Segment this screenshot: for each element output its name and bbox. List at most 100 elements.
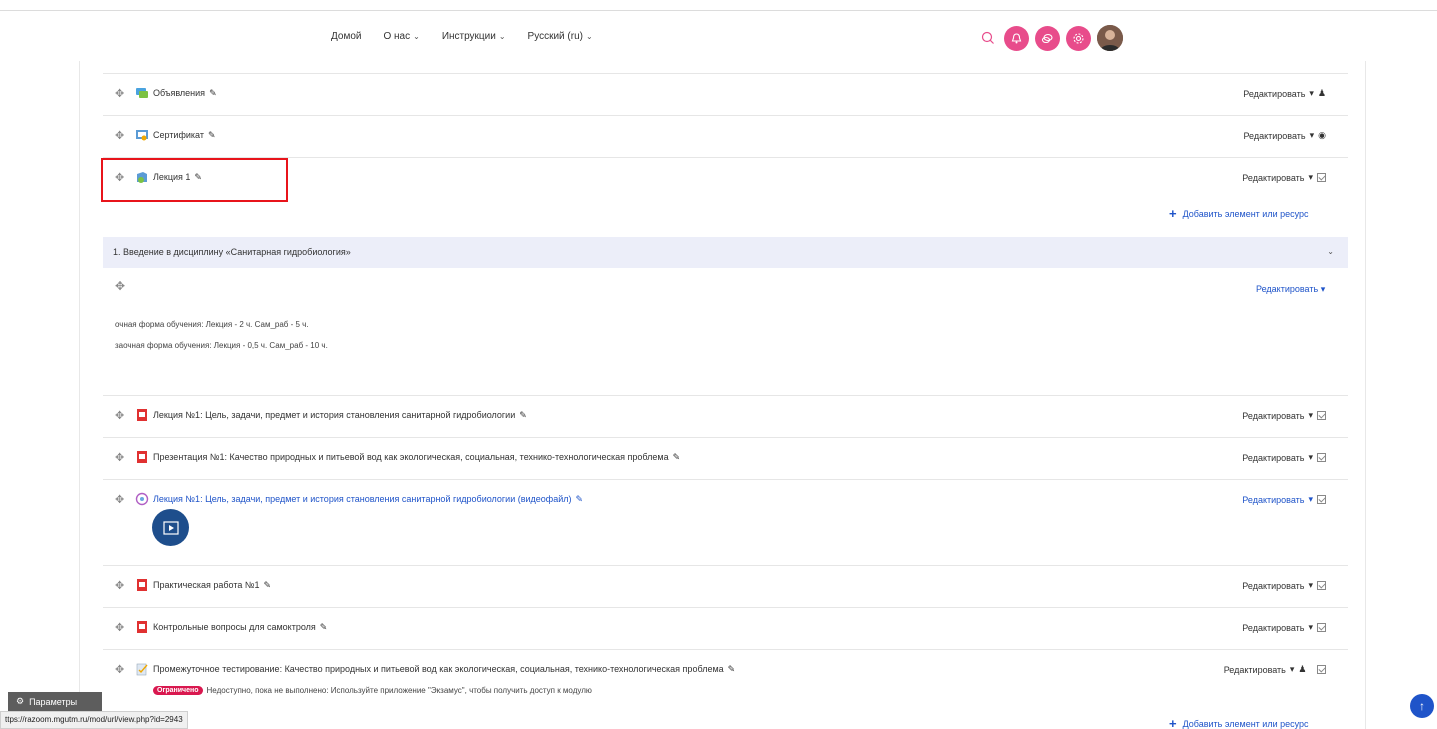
messages-icon[interactable] [1035,25,1060,51]
completion-checkbox-icon[interactable] [1317,453,1326,462]
params-button[interactable]: ⚙ Параметры [8,692,102,711]
status-bar-url: ttps://razoom.mgutm.ru/mod/url/view.php?… [0,711,188,729]
move-icon[interactable]: ✥ [115,579,124,592]
completion-checkbox-icon[interactable] [1317,581,1326,590]
avatar[interactable] [1097,25,1123,51]
pdf-icon [135,408,149,422]
arrow-up-icon: ↑ [1419,699,1425,713]
pencil-icon[interactable]: ✎ [264,580,272,590]
nav-home[interactable]: Домой [331,31,361,42]
url-icon [135,492,149,506]
certificate-icon [135,128,149,142]
activity-row: ✥ Контрольные вопросы для самоктроля ✎ Ре… [103,607,1348,648]
edit-menu[interactable]: Редактировать ▾ ♟ [1224,664,1326,675]
activity-link[interactable]: Презентация №1: Качество природных и пит… [153,452,680,463]
add-resource-label: Добавить элемент или ресурс [1182,718,1309,729]
search-icon[interactable] [980,30,996,46]
activity-label: Презентация №1: Качество природных и пит… [153,452,669,462]
nav-instructions[interactable]: Инструкции ⌄ [442,31,506,42]
activity-link[interactable]: Практическая работа №1 ✎ [153,580,271,591]
nav-links: Домой О нас ⌄ Инструкции ⌄ Русский (ru) ⌄ [331,31,593,42]
pencil-icon[interactable]: ✎ [209,88,217,98]
activity-link[interactable]: Объявления ✎ [153,88,217,99]
notifications-icon[interactable] [1004,25,1029,51]
completion-checkbox-icon[interactable] [1317,173,1326,182]
move-icon[interactable]: ✥ [115,129,124,142]
section-edit-menu[interactable]: Редактировать ▾ [1256,284,1325,295]
activity-link[interactable]: Лекция №1: Цель, задачи, предмет и истор… [153,410,527,421]
move-icon[interactable]: ✥ [115,493,124,506]
pencil-icon[interactable]: ✎ [519,410,527,420]
pencil-icon[interactable]: ✎ [320,622,328,632]
move-icon[interactable]: ✥ [115,87,124,100]
edit-label: Редактировать [1223,664,1286,675]
caret-down-icon: ▾ [1308,410,1313,420]
caret-down-icon: ▾ [1308,622,1313,632]
section-summary-line: заочная форма обучения: Лекция - 0,5 ч. … [115,341,328,350]
pdf-icon [135,620,149,634]
scroll-to-top-button[interactable]: ↑ [1410,694,1434,718]
navbar: Домой О нас ⌄ Инструкции ⌄ Русский (ru) ⌄ [0,11,1437,61]
edit-label: Редактировать [1242,494,1305,505]
move-icon[interactable]: ✥ [115,621,124,634]
nav-language-label: Русский (ru) [527,31,583,42]
content-border-right [1365,61,1366,729]
gear-icon[interactable] [1066,25,1091,51]
edit-label: Редактировать [1242,622,1305,633]
nav-instructions-label: Инструкции [441,31,496,42]
edit-menu[interactable]: Редактировать ▾ [1242,580,1326,591]
activity-row: ✥ Практическая работа №1 ✎ Редактировать ▾ [103,565,1348,606]
chevron-down-icon: ⌄ [413,32,420,41]
nav-icons [980,25,1123,51]
section-summary-line: очная форма обучения: Лекция - 2 ч. Сам_… [115,320,309,329]
activity-label: Контрольные вопросы для самоктроля [153,622,316,632]
edit-menu[interactable]: Редактировать ▾ ♟ [1243,88,1326,99]
nav-about[interactable]: О нас ⌄ [383,31,419,42]
completion-checkbox-icon[interactable] [1317,623,1326,632]
edit-menu[interactable]: Редактировать ▾ ◉ [1243,130,1326,141]
edit-menu[interactable]: Редактировать ▾ [1242,494,1326,505]
move-icon[interactable]: ✥ [115,409,124,422]
edit-label: Редактировать [1242,452,1305,463]
chevron-down-icon[interactable]: ⌄ [1327,247,1334,256]
pencil-icon[interactable]: ✎ [673,452,681,462]
move-icon[interactable]: ✥ [115,663,124,676]
nav-about-label: О нас [383,31,411,42]
user-icon: ♟ [1298,664,1307,674]
add-resource-link[interactable]: + Добавить элемент или ресурс [1169,716,1309,729]
completion-checkbox-icon[interactable] [1317,495,1326,504]
edit-menu[interactable]: Редактировать ▾ [1242,172,1326,183]
move-icon[interactable]: ✥ [115,279,125,293]
user-icon: ♟ [1317,88,1326,98]
pencil-icon[interactable]: ✎ [728,664,736,674]
nav-language[interactable]: Русский (ru) ⌄ [528,31,593,42]
activity-link[interactable]: Контрольные вопросы для самоктроля ✎ [153,622,327,633]
video-icon [162,520,179,535]
activity-link[interactable]: Лекция №1: Цель, задачи, предмет и истор… [153,494,583,505]
edit-menu[interactable]: Редактировать ▾ [1242,410,1326,421]
pdf-icon [135,578,149,592]
edit-label: Редактировать [1242,410,1305,421]
edit-menu[interactable]: Редактировать ▾ [1242,622,1326,633]
move-icon[interactable]: ✥ [115,451,124,464]
pencil-icon[interactable]: ✎ [575,494,583,504]
pencil-icon[interactable]: ✎ [208,130,216,140]
params-label: Параметры [29,696,78,707]
caret-down-icon: ▾ [1308,172,1313,182]
video-play-button[interactable] [152,509,189,546]
add-resource-link[interactable]: + Добавить элемент или ресурс [1169,206,1309,221]
activity-row: ✥ Лекция №1: Цель, задачи, предмет и ист… [103,395,1348,436]
edit-menu[interactable]: Редактировать ▾ [1242,452,1326,463]
activity-label: Объявления [153,88,206,98]
edit-label: Редактировать [1256,284,1319,294]
caret-down-icon: ▾ [1289,664,1295,674]
section-header[interactable]: 1. Введение в дисциплину «Санитарная гид… [103,237,1348,268]
activity-link[interactable]: Сертификат ✎ [153,130,216,141]
activity-label: Практическая работа №1 [153,580,260,590]
completion-checkbox-icon[interactable] [1317,665,1326,674]
activity-link[interactable]: Промежуточное тестирование: Качество при… [153,664,735,675]
plus-icon: + [1169,206,1177,221]
completion-checkbox-icon[interactable] [1317,411,1326,420]
activity-label: Промежуточное тестирование: Качество при… [153,664,724,674]
chevron-down-icon: ⌄ [498,32,506,41]
